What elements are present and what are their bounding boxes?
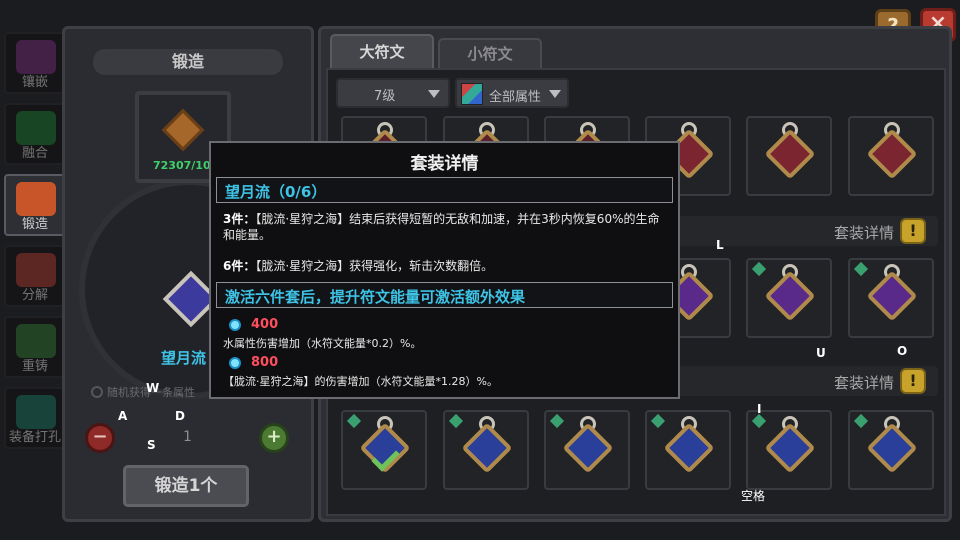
bonus-6-head: 6件： [223,259,256,273]
key-hint-l: L [716,238,724,252]
sidebar-item-label: 融合 [21,146,48,161]
bonus-3-piece: 3件：【胧流·星狩之海】结束后获得短暂的无敌和加速，并在3秒内恢复60%的生命和… [223,211,663,243]
rune-name: 望月流 [161,349,207,367]
tab-label: 小符文 [467,45,513,63]
sidebar-item-recast[interactable]: 重铸 [4,316,66,378]
tab-small-rune[interactable]: 小符文 [438,38,542,68]
quantity-field[interactable]: 1 [183,429,192,445]
decompose-icon [16,253,56,287]
attribute-dropdown[interactable]: 全部属性 [455,78,569,108]
rune-slot[interactable] [848,116,934,196]
set-details-label: 套装详情 [833,374,894,392]
rune-slot[interactable] [645,410,731,490]
chevron-down-icon [428,90,440,98]
plus-icon: + [266,426,282,447]
exclamation-icon: ! [900,218,926,244]
bonus-6-body: 【胧流·星狩之海】获得强化，斩击次数翻倍。 [255,259,494,273]
bonus-3-head: 3件： [223,212,256,226]
recast-icon [16,324,56,358]
key-hint-a: A [118,409,128,423]
rune-slot[interactable] [848,410,934,490]
tab-label: 大符文 [359,43,405,61]
all-attributes-icon [461,83,483,105]
socket-icon [16,395,56,429]
sidebar-item-label: 分解 [21,288,48,303]
level-value: 7级 [374,89,396,104]
fuse-icon [16,111,56,145]
sidebar-item-label: 镶嵌 [21,75,48,90]
rune-slot[interactable] [848,258,934,338]
random-attr-radio[interactable] [91,386,103,398]
level-dropdown[interactable]: 7级 [336,78,450,108]
rune-slot[interactable] [746,410,832,490]
forge-title: 锻造 [171,52,204,71]
key-hint-s: S [147,438,156,452]
rune-energy-icon [229,357,241,369]
rune-slot[interactable] [341,410,427,490]
attribute-value: 全部属性 [489,90,542,105]
key-hint-i: I [757,402,762,416]
activation-bar: 激活六件套后，提升符文能量可激活额外效果 [216,282,673,308]
activation-text: 激活六件套后，提升符文能量可激活额外效果 [225,288,526,306]
tier-1-desc: 水属性伤害增加（水符文能量*0.2）%。 [223,337,422,350]
sidebar-item-inlay[interactable]: 镶嵌 [4,32,66,94]
exclamation-icon: ! [900,368,926,394]
rune-slot[interactable] [443,410,529,490]
forge-one-label: 锻造1个 [154,476,218,496]
set-details-label: 套装详情 [833,224,894,242]
sidebar-item-label: 锻造 [21,217,48,232]
anvil-icon [16,182,56,216]
forge-one-button[interactable]: 锻造1个 [123,465,249,507]
rune-slot[interactable] [746,258,832,338]
key-hint-space: 空格 [741,489,766,503]
key-hint-d: D [175,409,185,423]
sidebar-item-forge[interactable]: 锻造 [4,174,66,236]
chevron-down-icon [549,90,561,98]
rune-slot[interactable] [746,116,832,196]
plus-button[interactable]: + [259,423,289,453]
sidebar-item-fuse[interactable]: 融合 [4,103,66,165]
rune-energy-icon [229,319,241,331]
sidebar-item-label: 重铸 [21,359,48,374]
tier-1-value: 400 [251,317,279,332]
minus-icon: − [92,426,108,447]
bonus-6-piece: 6件：【胧流·星狩之海】获得强化，斩击次数翻倍。 [223,258,663,274]
forge-title-banner: 锻造 [91,47,285,77]
rune-slot[interactable] [544,410,630,490]
key-hint-o: O [897,344,908,358]
set-name-bar: 望月流（0/6） [216,177,673,203]
tier-2-value: 800 [251,355,279,370]
sidebar-item-decompose[interactable]: 分解 [4,245,66,307]
set-details-modal: 套装详情 望月流（0/6） 3件：【胧流·星狩之海】结束后获得短暂的无敌和加速，… [209,141,680,399]
bonus-3-body: 【胧流·星狩之海】结束后获得短暂的无敌和加速，并在3秒内恢复60%的生命和能量。 [223,212,660,242]
key-hint-w: W [146,381,160,395]
inlay-icon [16,40,56,74]
set-name: 望月流（0/6） [225,183,327,201]
modal-title: 套装详情 [410,154,479,174]
sidebar-item-label: 装备打孔 [8,430,61,445]
key-hint-u: U [816,346,826,360]
tier-2-desc: 【胧流·星狩之海】的伤害增加（水符文能量*1.28）%。 [223,375,498,388]
tab-large-rune[interactable]: 大符文 [330,34,434,68]
sidebar-item-socket[interactable]: 装备打孔 [4,387,66,449]
minus-button[interactable]: − [85,423,115,453]
